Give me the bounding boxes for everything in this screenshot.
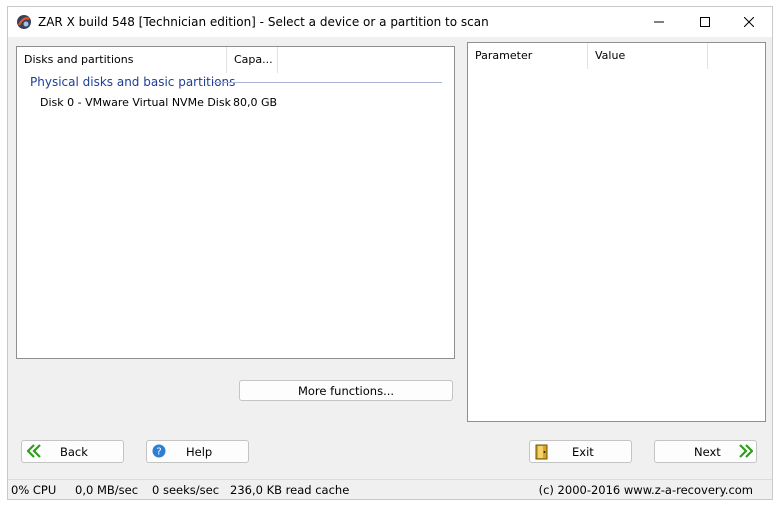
- disks-list[interactable]: Disks and partitions Capa... Physical di…: [16, 46, 455, 359]
- column-header-disks[interactable]: Disks and partitions: [17, 47, 227, 73]
- disk-row-name[interactable]: Disk 0 - VMware Virtual NVMe Disk: [40, 96, 231, 109]
- back-arrows-icon: [27, 444, 41, 458]
- column-header-value[interactable]: Value: [588, 43, 708, 69]
- minimize-button[interactable]: [636, 7, 682, 37]
- parameters-list[interactable]: Parameter Value: [467, 42, 766, 422]
- close-icon: [744, 17, 754, 27]
- help-button[interactable]: ? Help: [146, 440, 249, 463]
- status-cache: 236,0 KB read cache: [230, 483, 350, 497]
- next-button[interactable]: Next: [654, 440, 757, 463]
- disk-row-capacity[interactable]: 80,0 GB: [233, 96, 277, 109]
- next-label: Next: [694, 444, 721, 459]
- exit-door-icon: [535, 444, 548, 460]
- help-label: Help: [186, 444, 213, 459]
- status-bar: 0% CPU 0,0 MB/sec 0 seeks/sec 236,0 KB r…: [8, 479, 772, 499]
- exit-label: Exit: [572, 444, 594, 459]
- group-header-physical-disks: Physical disks and basic partitions: [30, 75, 236, 89]
- status-seeks: 0 seeks/sec: [152, 483, 220, 497]
- app-logo-icon: [17, 15, 31, 29]
- window-title: ZAR X build 548 [Technician edition] - S…: [38, 15, 489, 29]
- group-divider: [213, 82, 442, 83]
- column-header-capacity[interactable]: Capa...: [227, 47, 278, 73]
- back-button[interactable]: Back: [21, 440, 124, 463]
- app-window: ZAR X build 548 [Technician edition] - S…: [7, 6, 773, 500]
- maximize-button[interactable]: [682, 7, 728, 37]
- svg-text:?: ?: [156, 447, 161, 458]
- exit-button[interactable]: Exit: [529, 440, 632, 463]
- column-header-parameter[interactable]: Parameter: [468, 43, 588, 69]
- maximize-icon: [700, 17, 710, 27]
- status-throughput: 0,0 MB/sec: [75, 483, 139, 497]
- close-button[interactable]: [726, 7, 772, 37]
- title-bar: ZAR X build 548 [Technician edition] - S…: [8, 7, 772, 37]
- more-functions-button[interactable]: More functions...: [239, 380, 453, 401]
- more-functions-label: More functions...: [297, 383, 395, 398]
- next-arrows-icon: [739, 444, 753, 458]
- help-icon: ?: [152, 444, 166, 458]
- status-copyright: (c) 2000-2016 www.z-a-recovery.com: [538, 483, 753, 497]
- status-cpu: 0% CPU: [11, 483, 57, 497]
- back-label: Back: [60, 444, 88, 459]
- minimize-icon: [654, 21, 664, 23]
